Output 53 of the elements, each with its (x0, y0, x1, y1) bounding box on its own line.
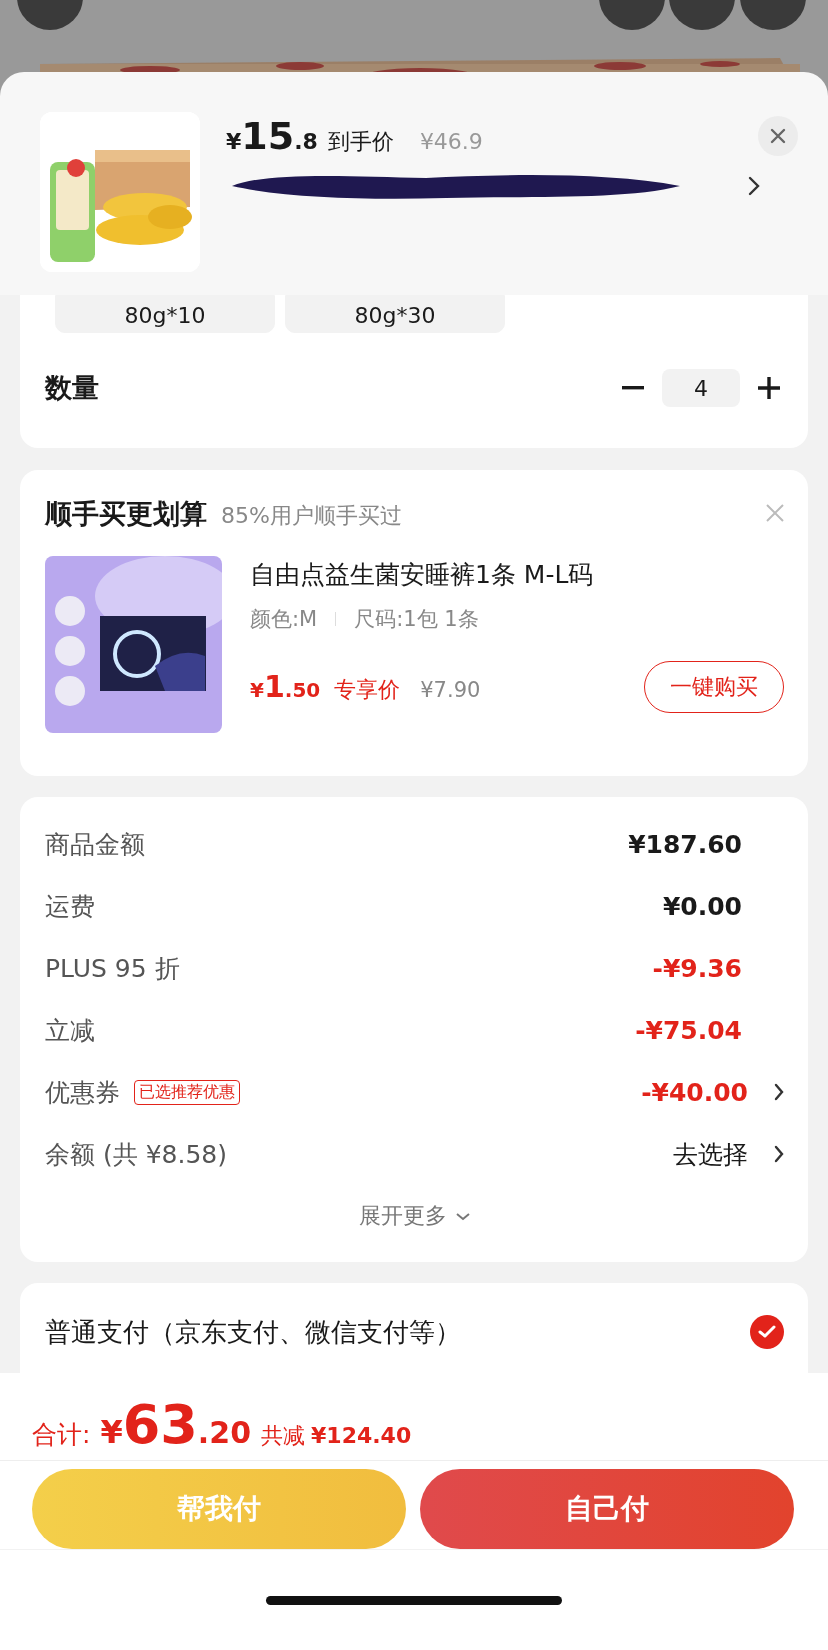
price-label: 专享价 (334, 676, 401, 704)
product-name: 自由点益生菌安睡裤1条 M-L码 (250, 559, 595, 591)
spec-option[interactable]: 80g*10 (55, 295, 275, 333)
checkmark-icon (758, 1325, 776, 1339)
expand-button[interactable]: 展开更多 (358, 1201, 471, 1231)
chevron-down-icon (454, 1211, 471, 1221)
plus-icon (758, 377, 780, 399)
buy-button[interactable]: 一键购买 (644, 661, 784, 713)
currency-sign: ¥ (250, 678, 264, 702)
fee-value: ¥0.00 (662, 891, 742, 921)
fee-value: -¥9.36 (652, 953, 742, 983)
product-size: 尺码:1包 1条 (354, 606, 479, 633)
close-icon (770, 128, 786, 144)
fee-label: 运费 (45, 890, 95, 923)
total-integer: 63 (122, 1393, 198, 1456)
price-decimal: .8 (294, 129, 318, 154)
close-icon (766, 504, 784, 522)
fee-value: ¥187.60 (628, 829, 742, 859)
original-price: ¥46.9 (419, 129, 483, 154)
original-price: ¥7.90 (420, 678, 481, 702)
chevron-right-icon[interactable] (774, 1145, 784, 1163)
spec-option[interactable]: 80g*30 (285, 295, 505, 333)
fee-label: 优惠券 (45, 1076, 120, 1109)
chevron-right-icon[interactable] (748, 176, 760, 196)
section-title: 顺手买更划算 (45, 497, 207, 531)
price-integer: 1 (263, 669, 285, 704)
coupon-tag: 已选推荐优惠 (134, 1079, 240, 1105)
fee-value: -¥75.04 (635, 1015, 742, 1045)
fee-label: PLUS 95 折 (45, 952, 180, 985)
section-subtitle: 85%用户顺手买过 (221, 502, 402, 530)
pay-button[interactable]: 自己付 (420, 1469, 794, 1549)
price-integer: 15 (241, 114, 295, 158)
minus-icon (622, 386, 644, 390)
savings-label: 共减 (261, 1422, 305, 1450)
quantity-field[interactable]: 4 (662, 369, 740, 407)
total-label: 合计: (32, 1419, 91, 1451)
product-color: 颜色:M (250, 606, 318, 633)
close-button[interactable] (758, 116, 798, 156)
select-link[interactable]: -¥40.00 (641, 1077, 748, 1107)
chevron-right-icon[interactable] (774, 1083, 784, 1101)
price-label: 到手价 (327, 128, 394, 156)
total-decimal: .20 (197, 1415, 251, 1450)
price-decimal: .50 (284, 678, 321, 702)
select-link[interactable]: 去选择 (673, 1137, 748, 1171)
quantity-label: 数量 (45, 371, 99, 405)
fee-label: 商品金额 (45, 828, 145, 861)
fee-label: 余额 (共 ¥8.58) (45, 1138, 227, 1171)
savings-amount: ¥124.40 (311, 1423, 412, 1448)
currency-sign: ¥ (226, 129, 242, 154)
radio-check[interactable] (750, 1315, 784, 1349)
fee-label: 立减 (45, 1014, 95, 1047)
payment-option[interactable]: 普通支付（京东支付、微信支付等） (45, 1314, 461, 1350)
currency-sign: ¥ (100, 1413, 123, 1451)
